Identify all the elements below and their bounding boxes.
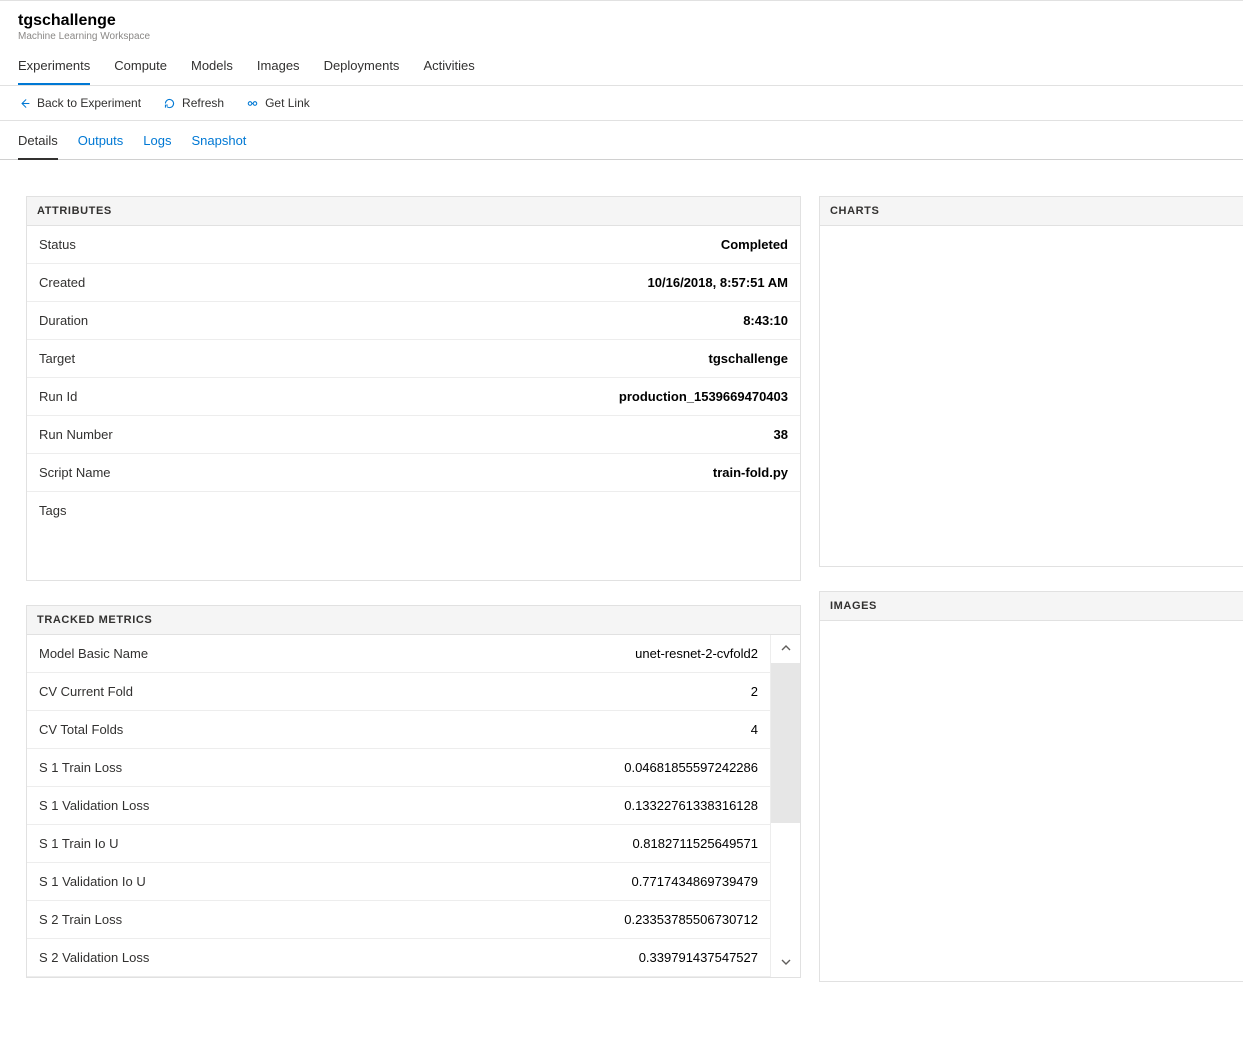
attr-label: Duration xyxy=(39,313,88,328)
metric-row: S 1 Validation Loss 0.13322761338316128 xyxy=(27,787,770,825)
scroll-track[interactable] xyxy=(771,663,800,949)
attr-value: 8:43:10 xyxy=(743,313,788,328)
attr-label: Status xyxy=(39,237,76,252)
images-panel: IMAGES xyxy=(819,591,1243,982)
scroll-thumb[interactable] xyxy=(771,663,800,823)
metric-value: unet-resnet-2-cvfold2 xyxy=(635,646,758,661)
metric-row: CV Total Folds 4 xyxy=(27,711,770,749)
attributes-header: ATTRIBUTES xyxy=(27,197,800,226)
attr-row-target: Target tgschallenge xyxy=(27,340,800,378)
metrics-scrollbar[interactable] xyxy=(770,635,800,977)
subtab-logs[interactable]: Logs xyxy=(143,133,171,159)
tab-activities[interactable]: Activities xyxy=(423,52,474,85)
scroll-down-button[interactable] xyxy=(771,949,800,977)
metric-value: 0.13322761338316128 xyxy=(624,798,758,813)
metric-row: Model Basic Name unet-resnet-2-cvfold2 xyxy=(27,635,770,673)
metric-row: S 1 Train Io U 0.8182711525649571 xyxy=(27,825,770,863)
metrics-header: TRACKED METRICS xyxy=(27,606,800,635)
get-link-label: Get Link xyxy=(265,96,310,110)
metric-value: 0.339791437547527 xyxy=(639,950,758,965)
attr-label: Target xyxy=(39,351,75,366)
metric-value: 0.8182711525649571 xyxy=(632,836,758,851)
metric-value: 0.04681855597242286 xyxy=(624,760,758,775)
tab-models[interactable]: Models xyxy=(191,52,233,85)
metric-label: S 1 Train Loss xyxy=(39,760,122,775)
attr-value: 38 xyxy=(774,427,788,442)
metric-label: S 2 Validation Loss xyxy=(39,950,149,965)
attr-row-runid: Run Id production_1539669470403 xyxy=(27,378,800,416)
subtab-details[interactable]: Details xyxy=(18,133,58,160)
charts-body xyxy=(820,226,1243,566)
metric-row: S 2 Train Loss 0.23353785506730712 xyxy=(27,901,770,939)
metric-row: CV Current Fold 2 xyxy=(27,673,770,711)
link-icon xyxy=(246,97,259,110)
metric-row: S 1 Train Loss 0.04681855597242286 xyxy=(27,749,770,787)
subtab-outputs[interactable]: Outputs xyxy=(78,133,124,159)
attr-value: Completed xyxy=(721,237,788,252)
attr-row-created: Created 10/16/2018, 8:57:51 AM xyxy=(27,264,800,302)
metric-row: S 1 Validation Io U 0.7717434869739479 xyxy=(27,863,770,901)
attr-row-runnumber: Run Number 38 xyxy=(27,416,800,454)
metric-label: S 1 Validation Loss xyxy=(39,798,149,813)
back-label: Back to Experiment xyxy=(37,96,141,110)
metric-row: S 2 Validation Loss 0.339791437547527 xyxy=(27,939,770,977)
metric-value: 0.7717434869739479 xyxy=(631,874,758,889)
scroll-up-button[interactable] xyxy=(771,635,800,663)
images-body xyxy=(820,621,1243,981)
back-to-experiment-button[interactable]: Back to Experiment xyxy=(18,96,141,110)
run-sub-tabs: Details Outputs Logs Snapshot xyxy=(0,121,1243,160)
attr-label: Created xyxy=(39,275,85,290)
attr-row-duration: Duration 8:43:10 xyxy=(27,302,800,340)
tracked-metrics-panel: TRACKED METRICS Model Basic Name unet-re… xyxy=(26,605,801,978)
metrics-list: Model Basic Name unet-resnet-2-cvfold2 C… xyxy=(27,635,770,977)
tab-experiments[interactable]: Experiments xyxy=(18,52,90,85)
refresh-label: Refresh xyxy=(182,96,224,110)
attr-label: Run Number xyxy=(39,427,113,442)
attr-row-scriptname: Script Name train-fold.py xyxy=(27,454,800,492)
attr-row-tags: Tags xyxy=(27,492,800,580)
chevron-down-icon xyxy=(781,956,791,970)
attr-value: 10/16/2018, 8:57:51 AM xyxy=(648,275,788,290)
get-link-button[interactable]: Get Link xyxy=(246,96,310,110)
tab-compute[interactable]: Compute xyxy=(114,52,167,85)
chevron-up-icon xyxy=(781,642,791,656)
tab-images[interactable]: Images xyxy=(257,52,300,85)
attr-value: train-fold.py xyxy=(713,465,788,480)
charts-panel: CHARTS xyxy=(819,196,1243,567)
metric-value: 4 xyxy=(751,722,758,737)
refresh-button[interactable]: Refresh xyxy=(163,96,224,110)
attr-row-status: Status Completed xyxy=(27,226,800,264)
attr-label: Tags xyxy=(39,503,66,518)
run-toolbar: Back to Experiment Refresh Get Link xyxy=(0,86,1243,121)
metric-value: 2 xyxy=(751,684,758,699)
attributes-panel: ATTRIBUTES Status Completed Created 10/1… xyxy=(26,196,801,581)
metric-label: S 1 Train Io U xyxy=(39,836,118,851)
attr-value: production_1539669470403 xyxy=(619,389,788,404)
workspace-subtitle: Machine Learning Workspace xyxy=(18,31,1225,42)
charts-header: CHARTS xyxy=(820,197,1243,226)
metric-label: S 2 Train Loss xyxy=(39,912,122,927)
refresh-icon xyxy=(163,97,176,110)
metric-value: 0.23353785506730712 xyxy=(624,912,758,927)
workspace-title: tgschallenge xyxy=(18,11,1225,30)
attr-label: Script Name xyxy=(39,465,111,480)
metric-label: CV Total Folds xyxy=(39,722,123,737)
images-header: IMAGES xyxy=(820,592,1243,621)
arrow-left-icon xyxy=(18,97,31,110)
subtab-snapshot[interactable]: Snapshot xyxy=(191,133,246,159)
attr-value: tgschallenge xyxy=(709,351,788,366)
metric-label: Model Basic Name xyxy=(39,646,148,661)
tab-deployments[interactable]: Deployments xyxy=(324,52,400,85)
metric-label: CV Current Fold xyxy=(39,684,133,699)
top-nav-tabs: Experiments Compute Models Images Deploy… xyxy=(18,52,1225,85)
attr-label: Run Id xyxy=(39,389,77,404)
metric-label: S 1 Validation Io U xyxy=(39,874,146,889)
workspace-header: tgschallenge Machine Learning Workspace … xyxy=(0,1,1243,86)
